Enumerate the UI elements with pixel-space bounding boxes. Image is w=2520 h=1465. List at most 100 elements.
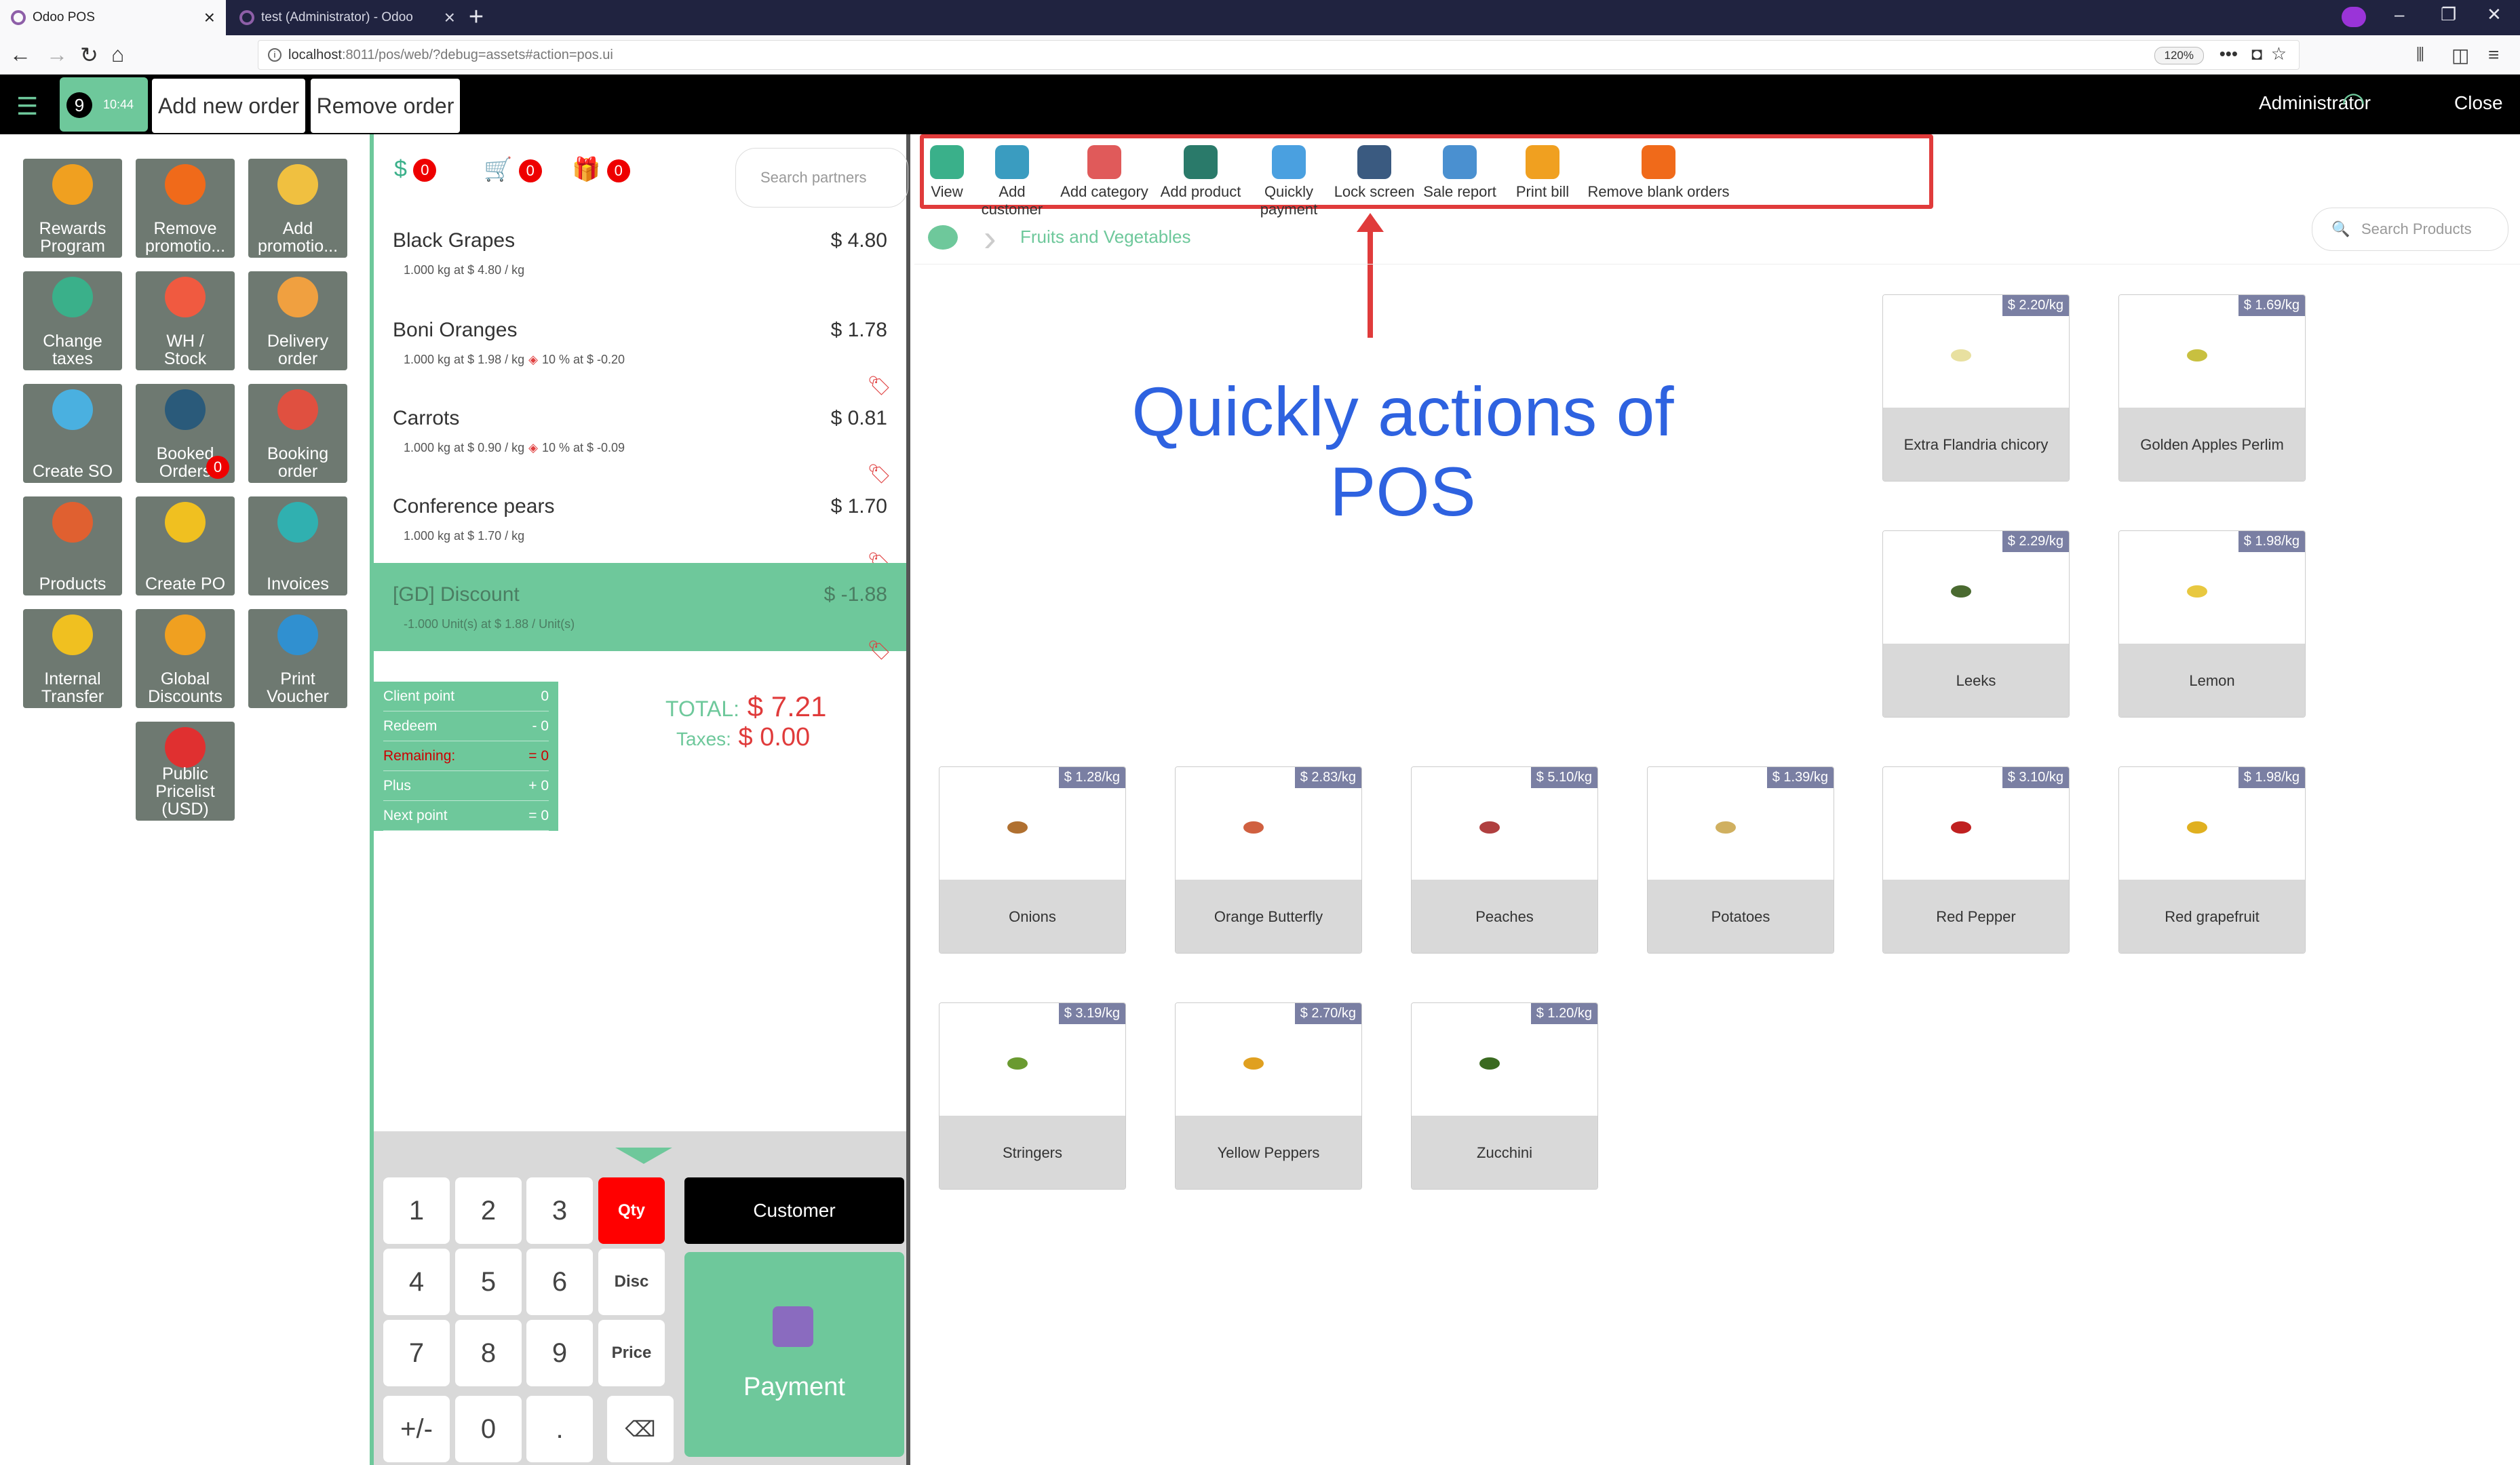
- widget-remove-promotio[interactable]: Remove promotio...: [136, 159, 235, 258]
- product-card[interactable]: Golden Apples Perlim $ 1.69/kg: [2118, 294, 2306, 482]
- payment-button[interactable]: Payment: [684, 1252, 904, 1457]
- quick-action-view[interactable]: View: [927, 145, 967, 201]
- order-total: TOTAL: $ 7.21: [665, 690, 827, 723]
- product-card[interactable]: Onions $ 1.28/kg: [939, 766, 1126, 954]
- numpad-key-sign[interactable]: +/-: [383, 1396, 450, 1462]
- home-category-icon[interactable]: [928, 225, 958, 250]
- backspace-key[interactable]: ⌫: [607, 1396, 674, 1462]
- forward-icon[interactable]: →: [46, 42, 68, 67]
- order-line[interactable]: [GD] Discount $ -1.88 -1.000 Unit(s) at $ …: [374, 563, 906, 661]
- product-card[interactable]: Extra Flandria chicory $ 2.20/kg: [1882, 294, 2070, 482]
- quick-action-add-customer[interactable]: Add customer: [971, 145, 1053, 218]
- library-icon[interactable]: ⫴: [2416, 44, 2424, 66]
- close-tab-icon[interactable]: ×: [204, 7, 215, 28]
- widget-add-promotio[interactable]: Add promotio...: [248, 159, 347, 258]
- home-icon[interactable]: ⌂: [111, 42, 124, 67]
- customer-button[interactable]: Customer: [684, 1177, 904, 1244]
- numpad-key-7[interactable]: 7: [383, 1320, 450, 1386]
- product-price-tag: $ 3.19/kg: [1058, 1003, 1125, 1024]
- order-tab[interactable]: 9 10:44: [60, 77, 148, 132]
- site-info-icon[interactable]: i: [268, 48, 282, 62]
- product-card[interactable]: Leeks $ 2.29/kg: [1882, 530, 2070, 718]
- page-actions-icon[interactable]: •••: [2219, 43, 2238, 64]
- numpad-key-5[interactable]: 5: [455, 1249, 522, 1315]
- quick-action-quickly-payment[interactable]: Quickly payment: [1248, 145, 1330, 218]
- quick-action-lock-screen[interactable]: Lock screen: [1331, 145, 1418, 201]
- quick-action-print-bill[interactable]: Print bill: [1506, 145, 1579, 201]
- product-card[interactable]: Orange Butterfly $ 2.83/kg: [1175, 766, 1362, 954]
- bookmark-star-icon[interactable]: ☆: [2271, 43, 2287, 64]
- tab-odoo-admin[interactable]: test (Administrator) - Odoo ×: [229, 0, 466, 35]
- widget-products[interactable]: Products: [23, 496, 122, 595]
- search-partners-input[interactable]: Search partners: [735, 148, 908, 208]
- widget-rewards-program[interactable]: Rewards Program: [23, 159, 122, 258]
- pocket-icon[interactable]: ◘: [2251, 43, 2262, 64]
- widget-booked-orders[interactable]: Booked Orders 0: [136, 384, 235, 483]
- breadcrumb-category[interactable]: Fruits and Vegetables: [1020, 227, 1191, 248]
- widget-wh-stock[interactable]: WH / Stock: [136, 271, 235, 370]
- numpad-key-disc[interactable]: Disc: [598, 1249, 665, 1315]
- minimize-icon[interactable]: –: [2395, 4, 2404, 25]
- close-tab-icon[interactable]: ×: [444, 7, 455, 28]
- numpad-key-2[interactable]: 2: [455, 1177, 522, 1244]
- numpad-key-3[interactable]: 3: [526, 1177, 593, 1244]
- order-line[interactable]: Boni Oranges $ 1.78 1.000 kg at $ 1.98 / k…: [374, 298, 906, 396]
- numpad-key-1[interactable]: 1: [383, 1177, 450, 1244]
- add-new-order-button[interactable]: Add new order: [152, 79, 305, 133]
- numpad-key-dot[interactable]: .: [526, 1396, 593, 1462]
- tab-odoo-pos[interactable]: Odoo POS ×: [0, 0, 226, 35]
- numpad-key-0[interactable]: 0: [455, 1396, 522, 1462]
- widget-invoices[interactable]: Invoices: [248, 496, 347, 595]
- numpad-key-9[interactable]: 9: [526, 1320, 593, 1386]
- order-line[interactable]: Conference pears $ 1.70 1.000 kg at $ 1.70…: [374, 475, 906, 572]
- money-counter[interactable]: $ 0: [394, 156, 437, 182]
- widget-internal-transfer[interactable]: Internal Transfer: [23, 609, 122, 708]
- product-card[interactable]: Stringers $ 3.19/kg: [939, 1002, 1126, 1190]
- product-card[interactable]: Red grapefruit $ 1.98/kg: [2118, 766, 2306, 954]
- product-card[interactable]: Zucchini $ 1.20/kg: [1411, 1002, 1598, 1190]
- close-pos-button[interactable]: Close: [2454, 92, 2503, 114]
- numpad-key-qty[interactable]: Qty: [598, 1177, 665, 1244]
- widget-delivery-order[interactable]: Delivery order: [248, 271, 347, 370]
- sidebar-icon[interactable]: ◫: [2451, 44, 2469, 66]
- reload-icon[interactable]: ↻: [80, 42, 98, 68]
- widget-create-po[interactable]: Create PO: [136, 496, 235, 595]
- back-icon[interactable]: ←: [9, 42, 31, 67]
- remove-order-button[interactable]: Remove order: [311, 79, 460, 133]
- quick-action-add-product[interactable]: Add product: [1156, 145, 1245, 201]
- quick-action-remove-blank-orders[interactable]: Remove blank orders: [1582, 145, 1735, 201]
- restore-icon[interactable]: ❐: [2441, 4, 2456, 25]
- product-card[interactable]: Potatoes $ 1.39/kg: [1647, 766, 1834, 954]
- numpad-key-4[interactable]: 4: [383, 1249, 450, 1315]
- product-card[interactable]: Peaches $ 5.10/kg: [1411, 766, 1598, 954]
- numpad-key-6[interactable]: 6: [526, 1249, 593, 1315]
- cart-counter[interactable]: 🛒 0: [484, 156, 542, 183]
- order-line[interactable]: Black Grapes $ 4.80 1.000 kg at $ 4.80 / k…: [374, 209, 906, 297]
- quick-action-add-category[interactable]: Add category: [1057, 145, 1152, 201]
- product-card[interactable]: Yellow Peppers $ 2.70/kg: [1175, 1002, 1362, 1190]
- delivery-icon: [277, 277, 318, 317]
- product-card[interactable]: Red Pepper $ 3.10/kg: [1882, 766, 2070, 954]
- product-card[interactable]: Lemon $ 1.98/kg: [2118, 530, 2306, 718]
- collapse-arrow-icon[interactable]: [615, 1148, 672, 1164]
- numpad-key-8[interactable]: 8: [455, 1320, 522, 1386]
- printer-icon: [1526, 145, 1559, 179]
- widget-global-discounts[interactable]: Global Discounts: [136, 609, 235, 708]
- hamburger-menu-icon[interactable]: ☰: [16, 92, 38, 121]
- quick-action-sale-report[interactable]: Sale report: [1422, 145, 1498, 201]
- widget-public-pricelist[interactable]: Public Pricelist (USD): [136, 722, 235, 821]
- gift-counter[interactable]: 🎁 0: [572, 156, 630, 183]
- menu-icon[interactable]: ≡: [2488, 44, 2499, 66]
- new-tab-button[interactable]: +: [463, 3, 490, 32]
- promotion-tag-icon[interactable]: 🏷: [867, 639, 891, 661]
- widget-print-voucher[interactable]: Print Voucher: [248, 609, 347, 708]
- order-line[interactable]: Carrots $ 0.81 1.000 kg at $ 0.90 / kg ◈ 10 …: [374, 387, 906, 484]
- widget-create-so[interactable]: Create SO: [23, 384, 122, 483]
- widget-booking-order[interactable]: Booking order: [248, 384, 347, 483]
- address-bar[interactable]: i localhost:8011/pos/web/?debug=assets#a…: [258, 40, 2300, 70]
- widget-change-taxes[interactable]: Change taxes: [23, 271, 122, 370]
- close-window-icon[interactable]: ✕: [2487, 4, 2502, 25]
- zoom-level[interactable]: 120%: [2154, 47, 2204, 64]
- numpad-key-price[interactable]: Price: [598, 1320, 665, 1386]
- search-products-input[interactable]: 🔍 Search Products: [2312, 208, 2508, 251]
